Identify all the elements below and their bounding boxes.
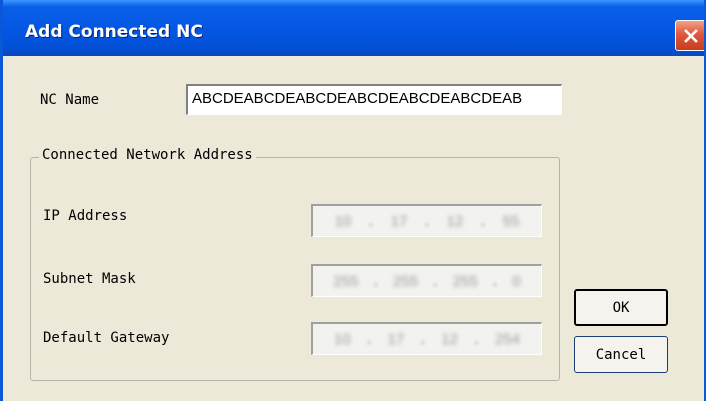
- ip-octet: 55: [502, 212, 520, 230]
- ip-address-label: IP Address: [43, 208, 128, 224]
- gateway-octet: 10: [333, 330, 351, 348]
- close-icon: [683, 28, 699, 44]
- nc-name-label: NC Name: [40, 92, 100, 108]
- default-gateway-field[interactable]: 10 . 17 . 12 . 254: [311, 322, 542, 355]
- gateway-octet: 17: [387, 330, 405, 348]
- ok-button[interactable]: OK: [574, 289, 668, 326]
- subnet-octet: 255: [333, 272, 359, 290]
- title-bar[interactable]: Add Connected NC: [3, 0, 704, 56]
- close-button[interactable]: [675, 20, 704, 51]
- subnet-octet: 255: [452, 272, 478, 290]
- subnet-mask-label: Subnet Mask: [43, 271, 136, 287]
- ip-octet: 17: [390, 212, 408, 230]
- gateway-octet: 254: [494, 330, 520, 348]
- subnet-mask-field[interactable]: 255 . 255 . 255 . 0: [311, 264, 542, 297]
- subnet-octet: 0: [512, 272, 521, 290]
- subnet-octet: 255: [393, 272, 419, 290]
- window-title: Add Connected NC: [25, 22, 203, 42]
- dialog-window: Add Connected NC NC Name ABCDEABCDEABCDE…: [0, 0, 706, 401]
- gateway-octet: 12: [441, 330, 458, 348]
- nc-name-input[interactable]: ABCDEABCDEABCDEABCDEABCDEABCDEAB: [186, 84, 562, 115]
- ip-octet: 12: [446, 212, 464, 230]
- default-gateway-label: Default Gateway: [43, 330, 170, 346]
- ip-octet: 10: [334, 212, 352, 230]
- cancel-button[interactable]: Cancel: [574, 336, 668, 373]
- network-address-legend: Connected Network Address: [39, 147, 256, 163]
- ip-address-field[interactable]: 10 . 17 . 12 . 55: [311, 204, 542, 237]
